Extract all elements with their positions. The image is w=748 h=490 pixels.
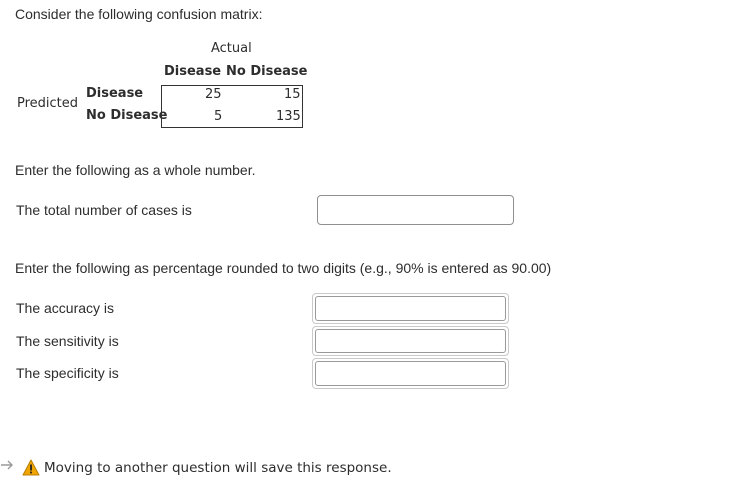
- cell-fn: 5: [214, 109, 223, 124]
- save-notice: Moving to another question will save thi…: [44, 460, 392, 476]
- cell-tp: 25: [205, 87, 222, 102]
- cell-tn: 135: [276, 109, 301, 124]
- col-header-disease: Disease: [164, 64, 222, 79]
- total-cases-input[interactable]: [317, 195, 514, 225]
- row-header-no-disease: No Disease: [86, 108, 168, 123]
- specificity-label: The specificity is: [16, 365, 119, 381]
- col-header-no-disease: No Disease: [226, 64, 308, 79]
- accuracy-label: The accuracy is: [16, 300, 115, 316]
- row-header-disease: Disease: [86, 86, 144, 101]
- instruction-whole-number: Enter the following as a whole number.: [15, 162, 256, 178]
- sensitivity-input[interactable]: [315, 329, 506, 353]
- accuracy-input[interactable]: [315, 296, 506, 321]
- cell-fp: 15: [284, 87, 301, 102]
- predicted-header: Predicted: [17, 96, 79, 111]
- total-cases-label: The total number of cases is: [16, 202, 192, 218]
- arrow-right-icon: [0, 458, 16, 475]
- actual-header: Actual: [211, 41, 252, 56]
- sensitivity-label: The sensitivity is: [16, 333, 119, 349]
- instruction-percentage: Enter the following as percentage rounde…: [15, 260, 552, 276]
- warning-icon: [22, 459, 40, 479]
- specificity-input[interactable]: [315, 361, 506, 386]
- question-intro: Consider the following confusion matrix:: [15, 6, 263, 22]
